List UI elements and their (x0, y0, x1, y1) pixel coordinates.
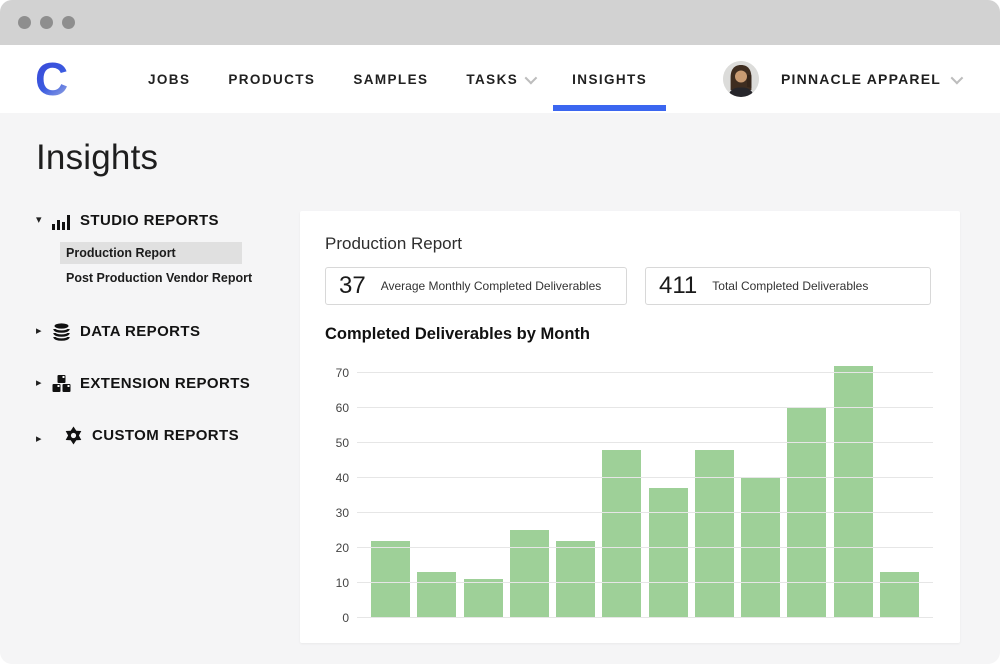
sidebar-group-data-reports: ▸ DATA REPORTS (36, 322, 300, 341)
bar (602, 450, 641, 618)
window-titlebar (0, 0, 1000, 45)
nav-item-jobs[interactable]: JOBS (129, 45, 209, 113)
sidebar-group-header-custom-reports[interactable]: ▸ CUSTOM REPORTS (36, 426, 300, 445)
y-tick-label: 70 (325, 366, 349, 380)
blocks-icon (52, 374, 71, 393)
y-tick-label: 50 (325, 436, 349, 450)
chart-title: Completed Deliverables by Month (325, 325, 935, 344)
sidebar-group-custom-reports: ▸ CUSTOM REPORTS (36, 426, 300, 445)
main-nav: JOBS PRODUCTS SAMPLES TASKS INSIGHTS (129, 45, 666, 113)
y-tick-label: 0 (325, 611, 349, 625)
page-title: Insights (36, 138, 1000, 178)
nav-item-products[interactable]: PRODUCTS (209, 45, 334, 113)
window-control-dot[interactable] (18, 16, 31, 29)
app-window: C JOBS PRODUCTS SAMPLES TASKS INSIGHTS (0, 0, 1000, 664)
window-control-dot[interactable] (62, 16, 75, 29)
stat-value: 411 (659, 272, 697, 300)
stat-value: 37 (339, 272, 366, 300)
bar (510, 530, 549, 618)
stat-cards: 37 Average Monthly Completed Deliverable… (325, 267, 935, 305)
y-tick-label: 40 (325, 471, 349, 485)
bar (556, 541, 595, 618)
gridline (357, 617, 933, 618)
y-tick-label: 30 (325, 506, 349, 520)
window-control-dot[interactable] (40, 16, 53, 29)
stat-card-average-monthly: 37 Average Monthly Completed Deliverable… (325, 267, 627, 305)
report-panel: Production Report 37 Average Monthly Com… (300, 211, 960, 643)
database-icon (52, 322, 71, 341)
stat-label: Average Monthly Completed Deliverables (381, 279, 602, 293)
gridline (357, 512, 933, 513)
reports-sidebar: ▾ STUDIO REPORTS Production Report Post … (36, 211, 300, 643)
stat-card-total: 411 Total Completed Deliverables (645, 267, 931, 305)
stat-label: Total Completed Deliverables (712, 279, 868, 293)
page-content: Insights ▾ STUDIO REPORTS Production Rep… (0, 113, 1000, 643)
gridline (357, 547, 933, 548)
avatar (723, 61, 759, 97)
y-tick-label: 10 (325, 576, 349, 590)
gridline (357, 582, 933, 583)
bar (880, 572, 919, 618)
bar (695, 450, 734, 618)
gridline (357, 477, 933, 478)
bar (787, 408, 826, 618)
sidebar-item-post-production-vendor-report[interactable]: Post Production Vendor Report (60, 267, 242, 289)
sidebar-group-header-extension-reports[interactable]: ▸ EXTENSION REPORTS (36, 374, 300, 393)
y-tick-label: 60 (325, 401, 349, 415)
account-name: PINNACLE APPAREL (781, 71, 941, 87)
gridline (357, 372, 933, 373)
chevron-down-icon (951, 75, 960, 84)
sidebar-group-studio-reports: ▾ STUDIO REPORTS Production Report Post … (36, 211, 300, 289)
bar (464, 579, 503, 618)
nav-item-samples[interactable]: SAMPLES (334, 45, 447, 113)
nav-item-insights[interactable]: INSIGHTS (553, 45, 666, 113)
sidebar-group-extension-reports: ▸ EXTENSION REPORTS (36, 374, 300, 393)
sidebar-item-production-report[interactable]: Production Report (60, 242, 242, 264)
gear-star-icon (64, 426, 83, 445)
bar-chart-icon (52, 211, 71, 230)
bar (417, 572, 456, 618)
caret-right-icon: ▸ (36, 378, 52, 389)
bar (649, 488, 688, 618)
studio-reports-items: Production Report Post Production Vendor… (60, 242, 300, 289)
caret-right-icon: ▸ (36, 326, 52, 337)
account-menu[interactable]: PINNACLE APPAREL (723, 45, 960, 113)
nav-item-tasks[interactable]: TASKS (447, 45, 553, 113)
caret-right-icon: ▸ (36, 426, 55, 445)
top-navbar: C JOBS PRODUCTS SAMPLES TASKS INSIGHTS (0, 45, 1000, 113)
bar (371, 541, 410, 618)
app-logo[interactable]: C (35, 56, 87, 102)
bar (741, 478, 780, 618)
bar (834, 366, 873, 618)
chevron-down-icon (525, 75, 534, 84)
report-title: Production Report (325, 234, 935, 254)
gridline (357, 407, 933, 408)
sidebar-group-header-studio-reports[interactable]: ▾ STUDIO REPORTS (36, 211, 300, 230)
chart-area: 0 10 20 30 40 50 60 70 (325, 363, 935, 625)
gridline (357, 442, 933, 443)
y-tick-label: 20 (325, 541, 349, 555)
caret-down-icon: ▾ (36, 215, 52, 226)
sidebar-group-header-data-reports[interactable]: ▸ DATA REPORTS (36, 322, 300, 341)
